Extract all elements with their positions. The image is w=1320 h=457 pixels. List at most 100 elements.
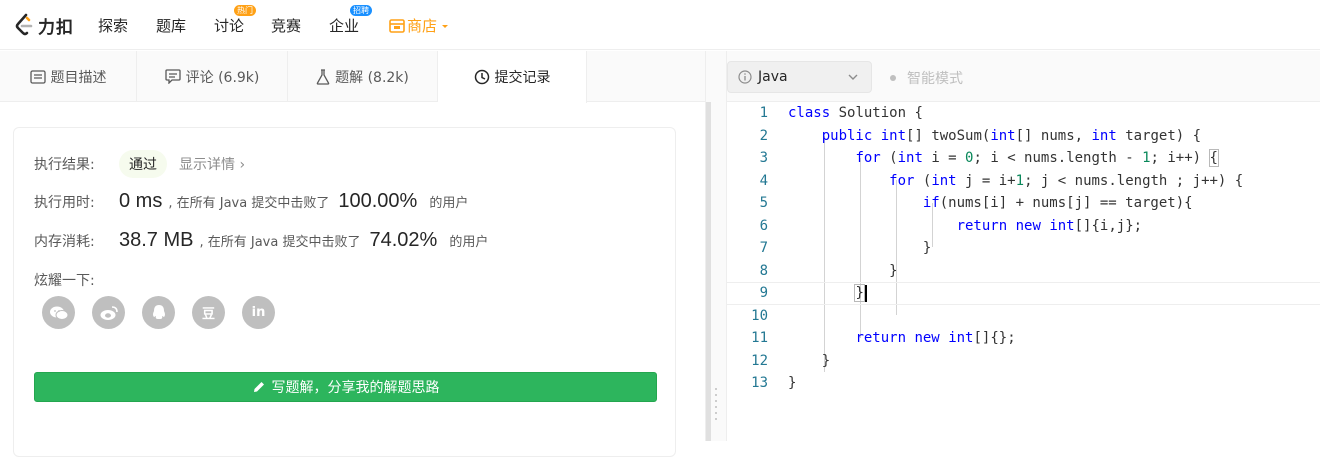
code-line[interactable]: 7 } (727, 237, 1320, 260)
hiring-badge: 招聘 (350, 5, 372, 16)
language-value: Java (758, 69, 788, 85)
caret-down-icon (442, 24, 449, 28)
line-number: 12 (751, 352, 768, 369)
write-solution-label: 写题解，分享我的解题思路 (271, 380, 440, 396)
line-number: 11 (751, 330, 768, 347)
show-details-link[interactable]: 显示详情 › (179, 154, 245, 174)
tab-description[interactable]: 题目描述 (0, 51, 137, 102)
tab-label: 题解 (8.2k) (335, 69, 409, 86)
code-text: if(nums[i] + nums[j] == target){ (922, 195, 1193, 212)
chevron-down-icon (848, 74, 858, 80)
leetcode-logo-icon (15, 13, 33, 36)
memory-percent: 74.02% (369, 229, 438, 251)
tab-label: 题目描述 (50, 69, 107, 86)
status-row: 执行结果: 通过 显示详情 › (34, 150, 245, 178)
memory-value: 38.7 MB (119, 229, 194, 251)
info-icon (738, 70, 752, 84)
line-number: 8 (759, 262, 768, 279)
nav-contest[interactable]: 竞赛 (271, 15, 301, 36)
grip-dot (715, 394, 717, 396)
memory-suffix: 的用户 (449, 235, 489, 250)
wechat-icon[interactable] (42, 296, 75, 329)
code-text: } (788, 240, 932, 257)
weibo-glyph (100, 305, 118, 320)
memory-label: 内存消耗: (34, 233, 95, 250)
logo-text: 力扣 (38, 17, 74, 38)
code-line[interactable]: 12 } (727, 350, 1320, 373)
wechat-glyph (49, 306, 68, 320)
code-line[interactable]: 4 for (int j = i+1; j < nums.length ; j+… (727, 170, 1320, 193)
grip-dot (715, 400, 717, 402)
smart-mode-label: 智能模式 (907, 71, 963, 87)
qq-icon[interactable] (142, 296, 175, 329)
status-label: 执行结果: (34, 157, 95, 173)
line-number: 5 (759, 195, 768, 212)
line-number: 3 (759, 150, 768, 167)
status-badge: 通过 (119, 150, 167, 178)
weibo-icon[interactable] (92, 296, 125, 329)
code-text: return new int[]{i,j}; (956, 217, 1143, 234)
smart-mode-dot (890, 75, 896, 81)
flask-icon (316, 68, 330, 85)
line-number: 6 (759, 217, 768, 234)
douban-icon[interactable]: 豆 (192, 296, 225, 329)
memory-row: 内存消耗: 38.7 MB , 在所有 Java 提交中击败了 74.02% 的… (34, 229, 488, 252)
pencil-icon (253, 382, 264, 392)
code-line[interactable]: 3 for (int i = 0; i < nums.length - 1; i… (727, 147, 1320, 170)
code-text: public int[] twoSum(int[] nums, int targ… (821, 127, 1202, 144)
tab-solutions[interactable]: 题解 (8.2k) (288, 51, 438, 102)
code-text: } (788, 352, 831, 369)
code-line[interactable]: 13} (727, 372, 1320, 395)
runtime-label: 执行用时: (34, 194, 95, 211)
tab-comments[interactable]: 评论 (6.9k) (137, 51, 288, 102)
nav-discuss[interactable]: 讨论 (214, 15, 244, 36)
grip-dot (715, 388, 717, 390)
code-line[interactable]: 5 if(nums[i] + nums[j] == target){ (727, 192, 1320, 215)
line-number: 13 (751, 375, 768, 392)
nav-problems[interactable]: 题库 (156, 15, 186, 36)
document-icon (29, 69, 46, 84)
code-line[interactable]: 6 return new int[]{i,j}; (727, 215, 1320, 238)
comment-icon (164, 69, 181, 84)
panel-splitter[interactable] (705, 51, 727, 441)
problem-tabs: 题目描述 评论 (6.9k) 题解 (8.2k) 提交记录 (0, 51, 705, 103)
language-select[interactable]: Java (727, 61, 872, 93)
tab-label: 评论 (6.9k) (185, 69, 260, 86)
code-line[interactable]: 8 } (727, 260, 1320, 283)
nav-explore[interactable]: 探索 (98, 15, 128, 36)
code-editor[interactable]: 1 class Solution {2 public int[] twoSum(i… (727, 102, 1320, 441)
grip-dot (715, 412, 717, 414)
store-icon (389, 18, 405, 33)
runtime-value: 0 ms (119, 190, 163, 212)
code-text: for (int j = i+1; j < nums.length ; j++)… (889, 172, 1244, 189)
linkedin-icon[interactable]: in (242, 296, 275, 329)
leetcode-logo[interactable]: 力扣 (14, 12, 74, 38)
hot-badge: 热门 (234, 5, 256, 16)
grip-dot (715, 418, 717, 420)
share-label: 炫耀一下: (34, 273, 95, 289)
runtime-row: 执行用时: 0 ms , 在所有 Java 提交中击败了 100.00% 的用户 (34, 190, 468, 213)
code-line[interactable]: 11 return new int[]{}; (727, 327, 1320, 350)
code-line[interactable]: 2 public int[] twoSum(int[] nums, int ta… (727, 125, 1320, 148)
tab-submissions[interactable]: 提交记录 (438, 51, 587, 103)
top-navbar: 力扣 探索 题库 讨论 热门 竞赛 企业 招聘 商店 (0, 0, 1320, 50)
nav-store[interactable]: 商店 (389, 15, 450, 36)
line-number: 9 (759, 285, 768, 302)
code-line[interactable]: 9 } (727, 282, 1320, 305)
line-number: 7 (759, 240, 768, 257)
line-number: 1 (759, 105, 768, 122)
memory-text: , 在所有 Java 提交中击败了 (199, 235, 361, 250)
editor-toolbar: Java 智能模式 (727, 51, 1320, 102)
runtime-text: , 在所有 Java 提交中击败了 (168, 196, 330, 211)
code-line[interactable]: 1 class Solution { (727, 102, 1320, 125)
smart-mode-toggle[interactable]: 智能模式 (890, 68, 963, 88)
splitter-track (706, 102, 711, 441)
tab-label: 提交记录 (494, 70, 551, 86)
runtime-percent: 100.00% (338, 190, 418, 212)
write-solution-button[interactable]: 写题解，分享我的解题思路 (34, 372, 657, 402)
clock-icon (474, 69, 489, 85)
runtime-suffix: 的用户 (429, 196, 469, 211)
line-number: 2 (759, 127, 768, 144)
code-line[interactable]: 10 (727, 305, 1320, 328)
nav-enterprise[interactable]: 企业 (329, 15, 359, 36)
